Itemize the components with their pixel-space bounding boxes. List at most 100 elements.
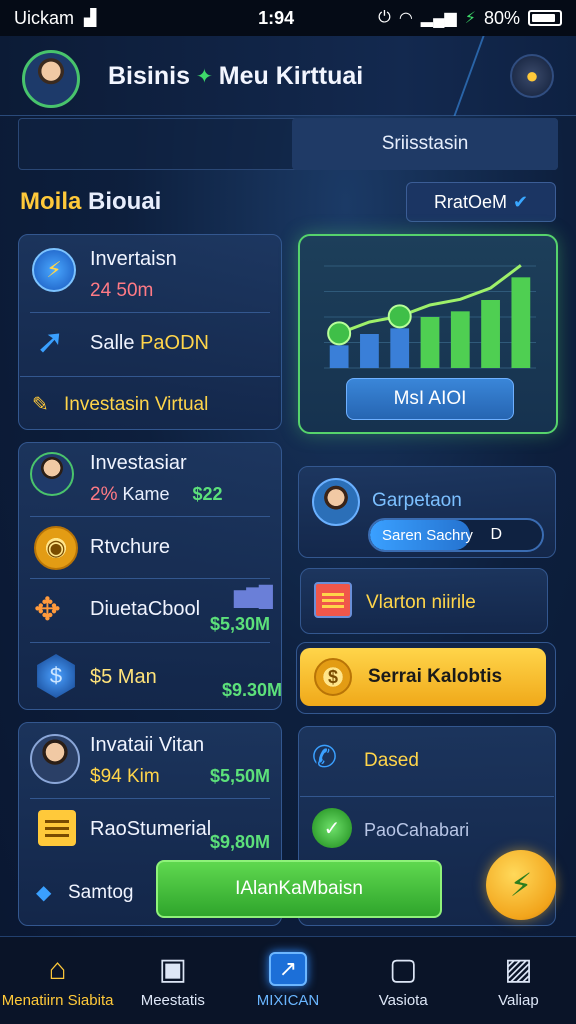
nav-card[interactable]: ▢ Vasiota (346, 937, 461, 1024)
app-title-sub: Meu Kirttuai (218, 62, 364, 90)
card3-row1-label: Invataii Vitan (90, 734, 205, 756)
card2-row4-label: $5 Man (90, 666, 157, 688)
status-bar: Uickam ▟ 1:94 ⏻ ◠ ▂▄▆ ⚡ 80% (0, 0, 576, 36)
chart-bar (420, 317, 440, 368)
coins-icon[interactable]: ● (510, 54, 554, 98)
divider (300, 796, 554, 797)
rating-button[interactable]: RratOeM ✔ (406, 182, 556, 222)
card1-row1-label: Invertaisn (90, 248, 177, 270)
divider (30, 578, 270, 579)
card3-row1-sub: $94 Kim (90, 766, 160, 787)
section-title: Moila Biouai (20, 188, 161, 216)
mini-bars-icon: ▆▇█ (234, 586, 273, 608)
section-title-rest: Biouai (88, 188, 162, 215)
card3-row3-label[interactable]: Samtog (68, 882, 133, 904)
primary-action-button[interactable]: IAlanKaMbaisn (156, 860, 442, 918)
card2-row4-value: $9.30M (222, 680, 283, 700)
card2-row3-value: $5,30M (210, 614, 271, 634)
tab-active[interactable]: Sriisstasin (292, 118, 558, 170)
card2-row1-label: Investasiar (90, 452, 187, 474)
section-title-highlight: Moila (20, 188, 82, 215)
charging-icon: ⚡ (464, 10, 476, 27)
card3-row2-label: RaoStumerial (90, 818, 212, 840)
clock: 1:94 (258, 7, 295, 28)
nav-home[interactable]: ⌂ Menatiirn Siabita (0, 937, 115, 1024)
divider (20, 376, 280, 377)
carrier-label: Uickam (14, 7, 75, 28)
card1-row2-label-a: Salle (90, 332, 135, 354)
divider (30, 516, 270, 517)
image-icon: ▨ (504, 952, 533, 986)
nav-chart-label: MIXICAN (256, 992, 320, 1009)
contact-row2-label[interactable]: PaoCahabari (364, 820, 469, 841)
app-title: Bisinis ✦ Meu Kirttuai (108, 62, 363, 91)
nav-portfolio[interactable]: ▣ Meestatis (115, 937, 230, 1024)
profile-title: Garpetaon (372, 490, 462, 511)
chart-point-marker (387, 304, 412, 329)
chart-point-marker (327, 321, 352, 346)
chart-bar (329, 345, 349, 368)
report-icon (38, 810, 76, 846)
chart-bar (450, 311, 470, 368)
gold-button-label: Serrai Kalobtis (368, 666, 503, 687)
gold-button[interactable]: $ Serrai Kalobtis (300, 648, 546, 706)
profile-avatar (312, 478, 360, 526)
nav-gallery-label: Valiap (498, 992, 539, 1009)
card3-row1-value: $5,50M (210, 766, 271, 786)
user-avatar[interactable] (22, 50, 80, 108)
diamond-icon: ◆ (36, 882, 52, 904)
home-icon: ⌂ (48, 953, 67, 986)
chart-bar (360, 334, 379, 368)
alarm-icon: ⏻ (378, 9, 391, 26)
divider (30, 642, 270, 643)
pencil-check-icon: ✎ (32, 394, 49, 416)
chart-bar (481, 300, 500, 368)
progress-label: Saren Sachry (382, 527, 473, 544)
card3-row2-value: $9,80M (210, 832, 271, 852)
nav-card-label: Vasiota (378, 992, 428, 1009)
divider (30, 312, 270, 313)
chart-button[interactable]: MsI AIOI (346, 378, 514, 420)
card1-row2-label: Salle PaODN (90, 332, 209, 355)
progress-value: D (490, 526, 502, 543)
nav-gallery[interactable]: ▨ Valiap (461, 937, 576, 1024)
card2-sub-green: $22 (192, 484, 223, 504)
battery-percent: 80% (483, 7, 520, 28)
card2-sub-red: 2% (90, 484, 118, 505)
nav-portfolio-label: Meestatis (140, 992, 205, 1009)
nav-chart[interactable]: ↗ MIXICAN (230, 937, 345, 1024)
lightning-icon: ⚡ (32, 248, 76, 292)
nav-home-label: Menatiirn Siabita (1, 992, 114, 1009)
cellular-icon: ▂▄▆ (420, 10, 457, 27)
checkmark-icon: ✓ (312, 808, 352, 848)
wifi-icon: ◠ (398, 10, 413, 27)
phone-icon: ✆ (312, 741, 338, 774)
trend-arrow-icon: ➚ (36, 323, 65, 361)
coin-icon: $ (314, 658, 352, 696)
document-card-label: Vlarton niirile (366, 592, 476, 613)
card2-row2-label: Rtvchure (90, 536, 171, 558)
card2-sub-text: Kame (122, 484, 170, 504)
contact-row1-label[interactable]: Dased (364, 750, 419, 772)
virtual-investor-avatar (30, 734, 80, 784)
coin-stack-icon: ◉ (34, 526, 78, 570)
card-icon: ▢ (389, 952, 418, 986)
investor-avatar (30, 452, 74, 496)
chart-icon: ↗ (269, 952, 307, 986)
spark-icon: ✦ (195, 66, 213, 88)
card1-row2-label-b: PaODN (140, 332, 209, 354)
check-icon: ✔ (512, 191, 529, 212)
rating-button-label: RratOeM (433, 191, 507, 212)
card1-footer-label[interactable]: Investasin Virtual (64, 394, 208, 416)
battery-icon (528, 10, 562, 26)
tools-icon: ✥ (34, 591, 61, 627)
lightning-fab-button[interactable]: ⚡ (486, 850, 556, 920)
divider (30, 798, 270, 799)
document-list-icon (314, 582, 352, 618)
card2-row3-label: DiuetaCbool (90, 598, 201, 620)
bottom-nav: ⌂ Menatiirn Siabita ▣ Meestatis ↗ MIXICA… (0, 936, 576, 1024)
chart-bar (390, 328, 410, 368)
progress-bar[interactable]: Saren Sachry D (368, 518, 544, 552)
card2-row1-sub: 2% Kame $22 (90, 484, 223, 506)
signal-chart-icon: ▟ (84, 10, 97, 27)
